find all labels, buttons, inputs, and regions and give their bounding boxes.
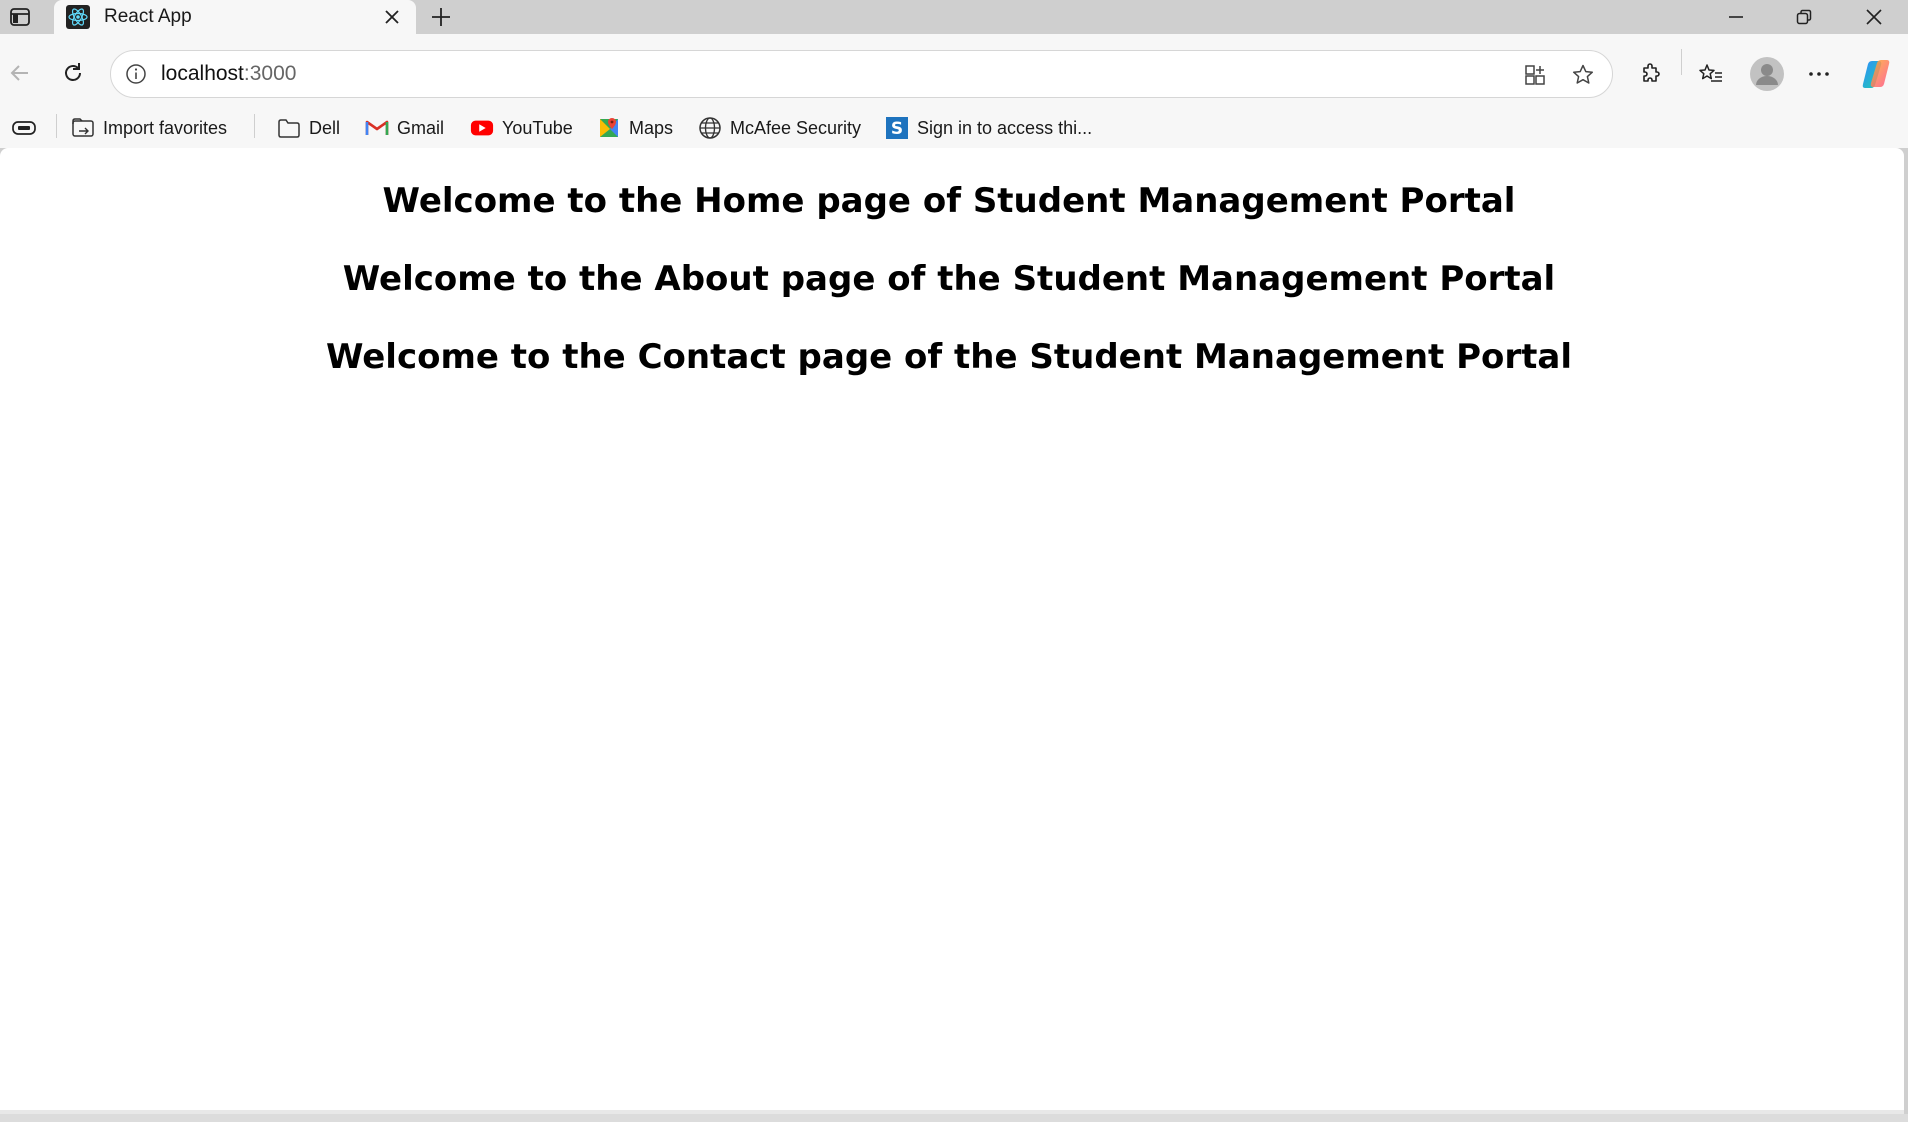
tab-title: React App [104, 6, 192, 27]
bookmarks-divider [56, 114, 57, 138]
restore-button[interactable] [1770, 0, 1838, 34]
bookmark-label: Import favorites [103, 117, 228, 138]
close-window-button[interactable] [1840, 0, 1908, 34]
contact-heading: Welcome to the Contact page of the Stude… [325, 337, 1573, 377]
import-icon [71, 116, 95, 140]
bookmark-label: McAfee Security [730, 117, 862, 138]
window-frame-right [1904, 148, 1908, 1122]
back-arrow-icon [10, 65, 28, 81]
profile-button[interactable] [1747, 54, 1787, 94]
bookmark-sign-in[interactable]: S Sign in to access thi... [885, 112, 1092, 144]
minimize-icon [1729, 16, 1743, 18]
bookmark-mcafee-security[interactable]: McAfee Security [698, 112, 861, 144]
tab-react-app[interactable]: React App [54, 0, 416, 34]
maps-icon [597, 116, 621, 140]
app-available-icon[interactable] [1521, 61, 1549, 89]
url-text: localhost:3000 [161, 62, 296, 86]
browser-toolbar: localhost:3000 [0, 34, 1908, 112]
refresh-button[interactable] [55, 55, 91, 91]
bookmark-label: YouTube [502, 117, 573, 138]
avatar-icon [1750, 57, 1784, 91]
page-viewport: Welcome to the Home page of Student Mana… [0, 148, 1904, 1114]
close-icon [1866, 9, 1882, 25]
bookmark-label: Maps [629, 117, 674, 138]
more-icon [1809, 72, 1829, 76]
restore-icon [1796, 9, 1812, 25]
s-icon: S [885, 116, 909, 140]
bookmark-label: Gmail [397, 117, 445, 138]
collections-icon [12, 116, 36, 140]
home-heading: Welcome to the Home page of Student Mana… [382, 181, 1516, 221]
more-options-button[interactable] [1801, 56, 1837, 92]
bookmark-youtube[interactable]: YouTube [470, 112, 573, 144]
react-icon [66, 5, 90, 29]
new-tab-button[interactable] [426, 2, 456, 32]
youtube-icon [470, 116, 494, 140]
address-bar[interactable]: localhost:3000 [110, 50, 1613, 98]
gmail-icon [365, 116, 389, 140]
bookmarks-divider [254, 114, 255, 138]
window-frame-bottom [0, 1114, 1908, 1122]
site-info-icon[interactable] [123, 61, 149, 87]
minimize-button[interactable] [1702, 0, 1770, 34]
favorites-list-icon [1699, 64, 1722, 82]
bookmark-dell[interactable]: Dell [277, 112, 340, 144]
about-heading: Welcome to the About page of the Student… [342, 259, 1556, 299]
bookmark-import-favorites[interactable]: Import favorites [71, 112, 227, 144]
bookmark-maps[interactable]: Maps [597, 112, 673, 144]
plus-icon [432, 8, 450, 26]
favorite-star-icon[interactable] [1569, 61, 1597, 89]
svg-text:S: S [891, 119, 903, 139]
globe-icon [698, 116, 722, 140]
url-host: localhost [161, 62, 244, 85]
favorites-button[interactable] [1693, 56, 1729, 92]
bookmark-gmail[interactable]: Gmail [365, 112, 444, 144]
folder-icon [277, 116, 301, 140]
close-tab-icon[interactable] [380, 5, 404, 29]
bookmarks-bar: Import favorites Dell Gmail YouTube Maps… [0, 108, 1908, 148]
refresh-icon [65, 63, 81, 81]
back-button[interactable] [2, 55, 38, 91]
bookmark-label: Sign in to access thi... [917, 117, 1093, 138]
puzzle-icon [1643, 63, 1660, 82]
extensions-button[interactable] [1633, 56, 1669, 92]
url-port: :3000 [243, 62, 297, 85]
toolbar-divider [1681, 49, 1682, 75]
tab-actions-button[interactable] [0, 0, 40, 34]
tab-actions-icon [10, 8, 30, 26]
bookmarks-menu-button[interactable] [12, 112, 44, 144]
bookmark-label: Dell [309, 117, 341, 138]
copilot-button[interactable] [1856, 54, 1896, 94]
tab-strip: React App [0, 0, 1908, 34]
copilot-icon [1862, 60, 1890, 88]
